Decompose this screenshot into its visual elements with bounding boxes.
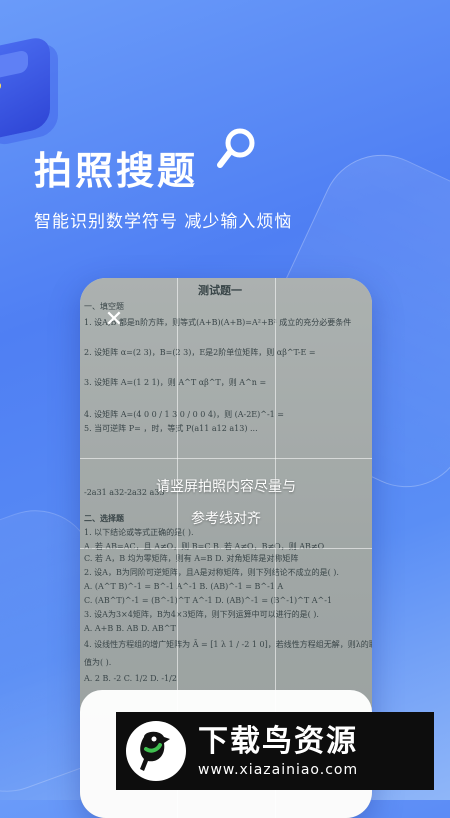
- search-icon: [217, 128, 255, 168]
- decorative-cube: [0, 34, 50, 142]
- page-subtitle: 智能识别数学符号 减少输入烦恼: [34, 212, 293, 232]
- guide-line-horizontal: [80, 548, 372, 549]
- close-icon[interactable]: ✕: [102, 308, 126, 332]
- page-title: 拍照搜题: [34, 149, 199, 193]
- watermark-url: www.xiazainiao.com: [198, 762, 359, 778]
- bird-logo-icon: [126, 721, 186, 781]
- camera-hint-line2: 参考线对齐: [191, 511, 261, 527]
- guide-line-horizontal: [80, 458, 372, 459]
- watermark-banner: 下载鸟资源 www.xiazainiao.com: [116, 712, 434, 790]
- decorative-cube-face: [0, 49, 28, 80]
- watermark-name: 下载鸟资源: [198, 724, 358, 759]
- camera-hint-line1: 请竖屏拍照内容尽量与: [156, 479, 296, 495]
- decorative-cube-dot: [0, 81, 1, 93]
